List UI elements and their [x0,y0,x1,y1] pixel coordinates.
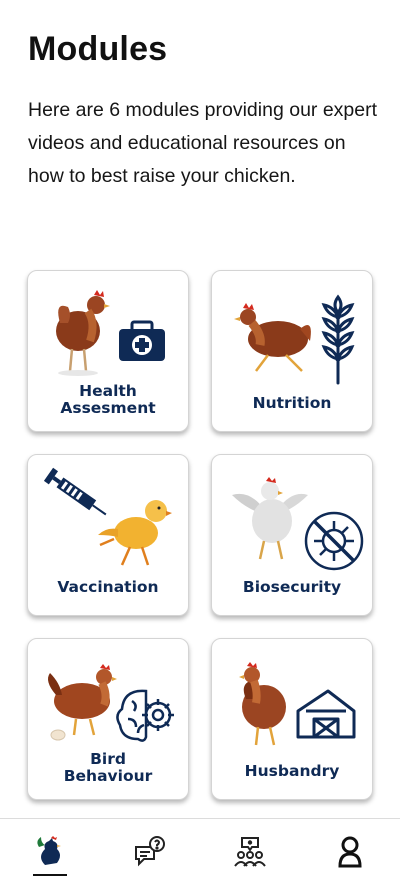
profile-icon [338,836,362,868]
module-card-label: Vaccination [57,578,159,596]
community-icon [234,837,266,867]
wheat-icon [321,294,355,385]
module-card-husbandry[interactable]: Husbandry [211,638,373,800]
chick-illustration [98,500,172,566]
module-card-nutrition[interactable]: Nutrition [211,270,373,432]
nav-item-profile[interactable] [320,824,380,880]
intro-text: Here are 6 modules providing our expert … [28,99,378,187]
barn-icon [296,689,356,739]
module-card-health-assessment[interactable]: Health Assesment [27,270,189,432]
module-card-label: Health Assesment [60,382,156,417]
module-card-label: Bird Behaviour [63,750,153,785]
module-grid: Health Assesment Nutrition Vaccination B… [27,270,373,800]
nav-item-home[interactable] [20,824,80,880]
module-card-label: Nutrition [252,394,332,412]
virus-blocked-icon [304,511,364,571]
brain-gear-icon [116,689,174,742]
module-card-biosecurity[interactable]: Biosecurity [211,454,373,616]
page-title: Modules [28,30,168,68]
nav-item-community[interactable] [220,824,280,880]
rooster-icon [37,836,61,865]
chat-question-icon [135,836,165,867]
bottom-nav [0,818,400,885]
nav-item-questions[interactable] [120,824,180,880]
module-card-vaccination[interactable]: Vaccination [27,454,189,616]
module-card-label: Biosecurity [242,578,342,596]
first-aid-kit-icon [119,320,165,361]
module-card-bird-behaviour[interactable]: Bird Behaviour [27,638,189,800]
module-card-label: Husbandry [244,762,340,780]
active-tab-indicator [33,874,67,876]
